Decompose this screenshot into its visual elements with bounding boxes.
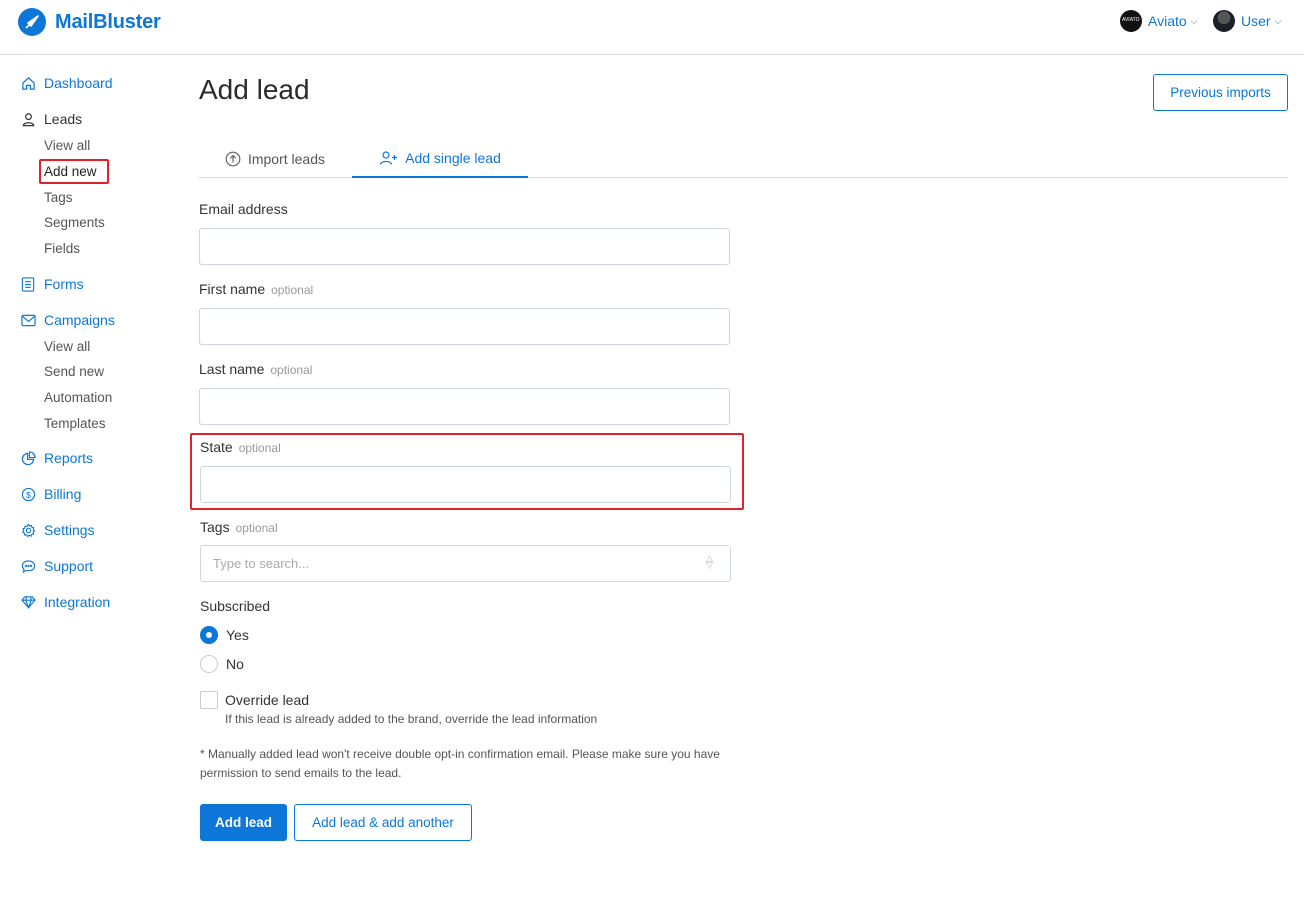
sidebar-item-label: Settings (44, 522, 95, 538)
optional-tag: optional (271, 283, 314, 297)
user-name: User (1241, 13, 1271, 29)
dollar-icon: $ (20, 486, 36, 502)
app-name: MailBluster (55, 10, 161, 33)
override-lead-label: Override lead (225, 692, 310, 708)
subscribed-label: Subscribed (200, 598, 271, 614)
sidebar-subitem-campaigns-view-all[interactable]: View all (44, 339, 90, 354)
add-user-icon (379, 150, 398, 166)
state-field[interactable] (200, 466, 731, 503)
sidebar-item-dashboard[interactable]: Dashboard (20, 75, 113, 91)
email-field[interactable] (199, 228, 730, 265)
radio-no[interactable] (200, 655, 218, 673)
tags-select[interactable] (200, 545, 731, 582)
pie-chart-icon (20, 450, 36, 466)
radio-yes-label: Yes (226, 627, 249, 643)
rocket-logo-icon (18, 8, 46, 36)
sidebar-item-settings[interactable]: Settings (20, 522, 95, 538)
home-icon (20, 75, 36, 91)
diamond-icon (20, 594, 36, 610)
add-new-highlight-box (39, 159, 109, 184)
user-menu[interactable]: User ⌵ (1213, 10, 1281, 32)
radio-no-label: No (226, 656, 244, 672)
page-title: Add lead (199, 74, 310, 105)
optional-tag: optional (270, 363, 313, 377)
envelope-icon (20, 312, 36, 328)
sidebar-subitem-campaigns-send-new[interactable]: Send new (44, 364, 104, 379)
optional-tag: optional (235, 521, 278, 535)
brand-avatar (1120, 10, 1142, 32)
form-list-icon (20, 276, 36, 292)
first-name-label: First name optional (199, 281, 314, 297)
email-label: Email address (199, 201, 288, 217)
tab-add-single-lead[interactable]: Add single lead (352, 140, 528, 178)
sidebar-item-label: Reports (44, 450, 94, 466)
sidebar-subitem-campaigns-templates[interactable]: Templates (44, 416, 106, 431)
app-logo[interactable]: MailBluster (18, 8, 161, 36)
chevron-down-icon: ⌵ (1190, 15, 1198, 26)
sidebar-item-integration[interactable]: Integration (20, 594, 110, 610)
sidebar-subitem-leads-view-all[interactable]: View all (44, 138, 90, 153)
sidebar-subitem-campaigns-automation[interactable]: Automation (44, 390, 112, 405)
last-name-field[interactable] (199, 388, 730, 425)
optional-tag: optional (238, 441, 281, 455)
upload-circle-icon (225, 151, 241, 167)
state-label: State optional (200, 439, 281, 455)
previous-imports-button[interactable]: Previous imports (1153, 74, 1288, 111)
tab-import-leads[interactable]: Import leads (199, 140, 351, 178)
sidebar-item-label: Leads (44, 111, 83, 127)
sidebar-item-label: Campaigns (44, 312, 115, 328)
user-avatar (1213, 10, 1235, 32)
sidebar-item-label: Forms (44, 276, 84, 292)
tags-label: Tags optional (200, 519, 278, 535)
lead-tabs: Import leads Add single lead (199, 140, 1288, 178)
sidebar-subitem-leads-fields[interactable]: Fields (44, 241, 80, 256)
double-optin-note: * Manually added lead won't receive doub… (200, 747, 720, 780)
sidebar-subitem-leads-segments[interactable]: Segments (44, 215, 105, 230)
subscribed-yes-option[interactable]: Yes (200, 626, 249, 644)
tab-label: Add single lead (405, 150, 501, 166)
first-name-field[interactable] (199, 308, 730, 345)
sidebar-item-support[interactable]: Support (20, 558, 93, 574)
top-header: MailBluster Aviato ⌵ User ⌵ (0, 0, 1304, 55)
gear-icon (20, 522, 36, 538)
sidebar-item-leads[interactable]: Leads (20, 111, 82, 127)
override-lead-help: If this lead is already added to the bra… (225, 712, 598, 726)
sidebar-subitem-leads-tags[interactable]: Tags (44, 190, 73, 205)
add-lead-button[interactable]: Add lead (200, 804, 287, 841)
override-lead-checkbox[interactable] (200, 691, 218, 709)
chevron-down-icon: ⌵ (1274, 15, 1282, 26)
last-name-label: Last name optional (199, 361, 313, 377)
brand-name: Aviato (1148, 13, 1187, 29)
radio-yes[interactable] (200, 626, 218, 644)
sidebar-item-reports[interactable]: Reports (20, 450, 93, 466)
chat-bubble-icon (20, 558, 36, 574)
sidebar-item-label: Integration (44, 594, 111, 610)
subscribed-no-option[interactable]: No (200, 655, 244, 673)
add-lead-and-another-button[interactable]: Add lead & add another (294, 804, 472, 841)
sidebar-item-campaigns[interactable]: Campaigns (20, 312, 115, 328)
sidebar-item-billing[interactable]: $ Billing (20, 486, 81, 502)
sidebar-item-label: Support (44, 558, 94, 574)
tab-label: Import leads (247, 151, 326, 167)
svg-text:$: $ (26, 489, 31, 499)
brand-switcher[interactable]: Aviato ⌵ (1120, 10, 1198, 32)
sidebar-item-label: Dashboard (44, 75, 113, 91)
sidebar-item-label: Billing (44, 486, 82, 502)
user-icon (20, 111, 36, 127)
select-arrows-icon: △ ▽ (706, 553, 713, 570)
sidebar-item-forms[interactable]: Forms (20, 276, 84, 292)
